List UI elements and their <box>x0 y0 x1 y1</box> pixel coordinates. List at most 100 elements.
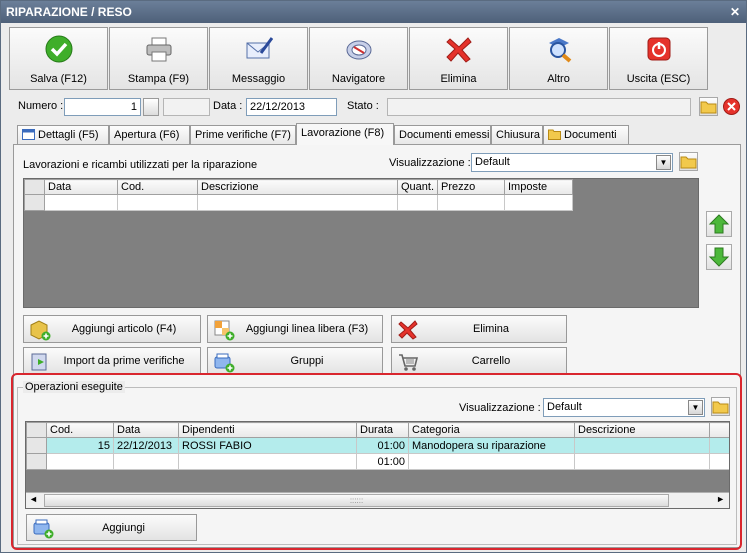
delete-button[interactable]: Elimina <box>409 27 508 90</box>
stato-folder-button[interactable] <box>699 97 718 116</box>
operazioni-grid[interactable]: Cod. Data Dipendenti Durata Categoria De… <box>25 421 730 509</box>
stato-label: Stato : <box>347 100 379 112</box>
select-value: Default <box>475 156 510 168</box>
tab-chiusura[interactable]: Chiusura <box>491 125 543 145</box>
tab-apertura[interactable]: Apertura (F6) <box>109 125 190 145</box>
column-header[interactable]: Cod. <box>46 422 114 438</box>
numero-label: Numero : <box>18 100 64 112</box>
scroll-left-icon[interactable]: ◄ <box>29 494 38 504</box>
close-icon[interactable]: ✕ <box>730 1 740 23</box>
cell-dipendenti[interactable]: ROSSI FABIO <box>178 437 357 454</box>
lavorazione-view-folder-button[interactable] <box>679 152 698 171</box>
table-row[interactable] <box>24 194 573 211</box>
column-header[interactable]: Quant. <box>397 179 438 195</box>
exit-button[interactable]: Uscita (ESC) <box>609 27 708 90</box>
import-prime-verifiche-button[interactable]: Import da prime verifiche <box>23 347 201 375</box>
tab-lavorazione[interactable]: Lavorazione (F8) <box>296 123 394 145</box>
navigator-button[interactable]: Navigatore <box>309 27 408 90</box>
operazioni-legend: Operazioni eseguite <box>23 381 125 393</box>
column-header[interactable]: Descrizione <box>574 422 710 438</box>
folder-icon <box>712 401 729 414</box>
horizontal-scrollbar[interactable]: ◄ :::::: ► <box>26 492 729 508</box>
tab-documenti[interactable]: Documenti <box>543 125 629 145</box>
row-indicator[interactable] <box>24 194 45 211</box>
numero-lookup-button[interactable] <box>143 98 159 116</box>
cell-durata[interactable]: 01:00 <box>356 453 409 470</box>
cell-data[interactable] <box>113 453 179 470</box>
add-operation-button[interactable]: Aggiungi <box>26 514 197 541</box>
groups-button[interactable]: Gruppi <box>207 347 383 375</box>
clear-stato-button[interactable] <box>722 97 741 116</box>
tab-dettagli[interactable]: Dettagli (F5) <box>17 125 109 145</box>
stato-input[interactable] <box>387 98 691 116</box>
save-button[interactable]: Salva (F12) <box>9 27 108 90</box>
delete-label: Elimina <box>440 73 477 85</box>
cell-durata[interactable]: 01:00 <box>356 437 409 454</box>
cell-cod[interactable] <box>46 453 114 470</box>
column-header[interactable]: Data <box>113 422 179 438</box>
column-header[interactable]: Categoria <box>408 422 575 438</box>
column-header[interactable]: Durata <box>356 422 409 438</box>
power-icon <box>647 37 670 61</box>
cart-button[interactable]: Carrello <box>391 347 567 375</box>
column-header[interactable]: Data <box>44 179 118 195</box>
table-row[interactable]: 15 22/12/2013 ROSSI FABIO 01:00 Manodope… <box>26 437 729 454</box>
scroll-right-icon[interactable]: ► <box>716 494 725 504</box>
folder-icon <box>700 101 717 114</box>
numero-input[interactable]: 1 <box>64 98 141 116</box>
numero-suffix-input[interactable] <box>163 98 210 116</box>
row-indicator[interactable] <box>26 453 47 470</box>
scroll-grip: :::::: <box>349 496 364 505</box>
tab-prime-verifiche[interactable]: Prime verifiche (F7) <box>190 125 296 145</box>
row-indicator-header <box>24 179 45 195</box>
other-label: Altro <box>547 73 570 85</box>
tab-documenti-emessi[interactable]: Documenti emessi <box>394 125 491 145</box>
cart-label: Carrello <box>471 355 511 367</box>
column-header[interactable]: Imposte <box>504 179 573 195</box>
operazioni-view-folder-button[interactable] <box>711 397 730 416</box>
folder-icon <box>680 156 697 169</box>
column-header[interactable]: Prezzo <box>437 179 505 195</box>
import-icon <box>31 353 47 371</box>
add-article-label: Aggiungi articolo (F4) <box>71 323 177 335</box>
check-icon <box>45 35 72 63</box>
message-button[interactable]: Messaggio <box>209 27 308 90</box>
magnifier-icon <box>548 38 571 63</box>
date-input[interactable]: 22/12/2013 <box>246 98 337 116</box>
arrow-up-icon <box>708 214 730 234</box>
table-row[interactable]: 01:00 <box>26 453 729 470</box>
cell-categoria[interactable] <box>408 453 575 470</box>
cell-categoria[interactable]: Manodopera su riparazione <box>408 437 575 454</box>
box-add-icon <box>30 320 51 341</box>
print-button[interactable]: Stampa (F9) <box>109 27 208 90</box>
add-article-button[interactable]: Aggiungi articolo (F4) <box>23 315 201 343</box>
cell-descrizione[interactable] <box>574 453 710 470</box>
table-add-icon <box>214 320 235 341</box>
delete-line-button[interactable]: Elimina <box>391 315 567 343</box>
column-header[interactable]: Descrizione <box>197 179 398 195</box>
envelope-pen-icon <box>246 37 273 59</box>
scroll-thumb[interactable]: :::::: <box>44 494 669 507</box>
column-header[interactable]: Dipendenti <box>178 422 357 438</box>
chevron-down-icon[interactable]: ▼ <box>656 155 671 170</box>
cell-dipendenti[interactable] <box>178 453 357 470</box>
move-up-button[interactable] <box>706 211 732 237</box>
cell-descrizione[interactable] <box>574 437 710 454</box>
move-down-button[interactable] <box>706 244 732 270</box>
title-bar: RIPARAZIONE / RESO ✕ <box>1 1 746 23</box>
delete-line-label: Elimina <box>472 323 510 335</box>
column-header[interactable]: Cod. <box>117 179 198 195</box>
print-label: Stampa (F9) <box>127 73 190 85</box>
cell-cod[interactable]: 15 <box>46 437 114 454</box>
chevron-down-icon[interactable]: ▼ <box>688 400 703 415</box>
operazioni-view-select[interactable]: Default ▼ <box>543 398 705 417</box>
tab-label: Documenti emessi <box>399 129 490 141</box>
repair-window: RIPARAZIONE / RESO ✕ Salva (F12) Stampa … <box>0 0 747 553</box>
add-free-line-button[interactable]: Aggiungi linea libera (F3) <box>207 315 383 343</box>
lavorazione-view-select[interactable]: Default ▼ <box>471 153 673 172</box>
compass-icon <box>346 40 371 60</box>
other-button[interactable]: Altro <box>509 27 608 90</box>
row-indicator[interactable] <box>26 437 47 454</box>
cell-data[interactable]: 22/12/2013 <box>113 437 179 454</box>
lavorazione-grid[interactable]: Data Cod. Descrizione Quant. Prezzo Impo… <box>23 178 699 308</box>
